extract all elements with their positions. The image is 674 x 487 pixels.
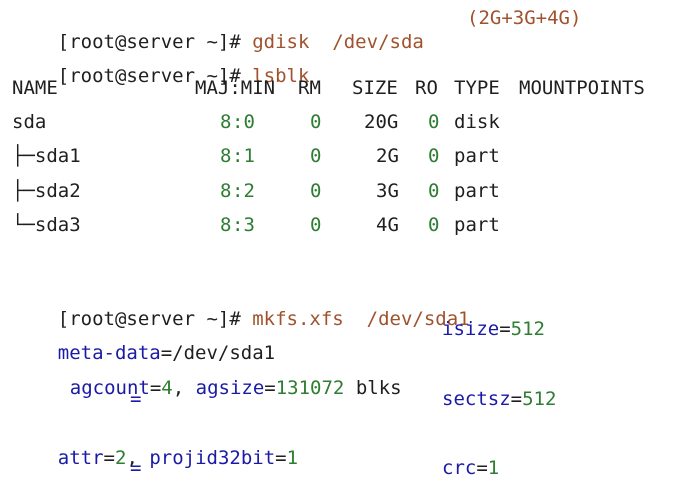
header-type: TYPE [454, 77, 500, 99]
sectsz-field: sectsz=512 [442, 387, 556, 411]
mkfs-output-line: attr=2, projid32bit=1 [12, 422, 298, 469]
device-minor: :1 [232, 145, 255, 167]
mkfs-output-line: = crc=1 [12, 456, 672, 480]
device-ro: 0 [428, 145, 440, 167]
isize-field: isize=512 [442, 317, 545, 341]
command-line-gdisk: [root@server ~]# gdisk /dev/sda (2G+3G+4G… [12, 6, 582, 53]
device-ro: 0 [428, 180, 440, 202]
device-name: sda [12, 111, 47, 133]
device-ro: 0 [428, 214, 440, 236]
command-comment: (2G+3G+4G) [467, 7, 582, 29]
device-name: └─sda3 [12, 214, 81, 236]
device-major: 8 [220, 180, 232, 202]
sectsz-key: sectsz [442, 388, 511, 410]
table-row: └─sda3 8 :3 0 4G 0 part [12, 213, 672, 237]
header-ro: RO [415, 77, 438, 99]
sectsz-value: 512 [522, 388, 557, 410]
device-type: part [454, 214, 500, 236]
mkfs-output-line: agcount=4, agsize=131072 blks [24, 352, 402, 399]
mkfs-output-line: = sectsz=512 [12, 387, 672, 411]
device-rm: 0 [310, 145, 322, 167]
device-size: 20G [364, 111, 399, 133]
table-row: ├─sda2 8 :2 0 3G 0 part [12, 179, 672, 203]
device-minor: :0 [232, 111, 255, 133]
table-row: sda 8 :0 0 20G 0 disk [12, 110, 672, 134]
device-name: ├─sda2 [12, 180, 81, 202]
crc-value: 1 [487, 457, 500, 479]
device-size: 4G [376, 214, 399, 236]
isize-value: 512 [510, 318, 545, 340]
device-minor: :2 [232, 180, 255, 202]
header-rm: RM [298, 77, 321, 99]
equals-sign: = [499, 318, 511, 340]
device-type: part [454, 145, 500, 167]
command-line-mkfs: [root@server ~]# mkfs.xfs /dev/sda1 [12, 283, 470, 330]
header-mountpoints: MOUNTPOINTS [519, 77, 645, 99]
crc-key: crc [442, 457, 477, 479]
device-rm: 0 [310, 111, 322, 133]
device-major: 8 [220, 214, 232, 236]
device-size: 2G [376, 145, 399, 167]
device-rm: 0 [310, 180, 322, 202]
lsblk-header-row: NAME MAJ:MIN RM SIZE RO TYPE MOUNTPOINTS [12, 76, 672, 100]
device-minor: :3 [232, 214, 255, 236]
command-line-lsblk: [root@server ~]# lsblk [12, 40, 310, 87]
device-type: part [454, 180, 500, 202]
device-ro: 0 [428, 111, 440, 133]
equals-sign: = [130, 457, 142, 479]
isize-key: isize [442, 318, 500, 340]
crc-field: crc=1 [442, 456, 499, 480]
device-type: disk [454, 111, 500, 133]
equals-sign: = [476, 457, 488, 479]
table-row: ├─sda1 8 :1 0 2G 0 part [12, 144, 672, 168]
equals-sign: = [510, 388, 523, 410]
equals-sign: = [130, 388, 142, 410]
device-name: ├─sda1 [12, 145, 81, 167]
header-name: NAME [12, 77, 58, 99]
device-major: 8 [220, 145, 232, 167]
terminal-window[interactable]: [root@server ~]# gdisk /dev/sda (2G+3G+4G… [0, 0, 674, 487]
header-maj-min: MAJ:MIN [195, 77, 276, 99]
device-major: 8 [220, 111, 232, 133]
header-size: SIZE [352, 77, 398, 99]
mkfs-output-line: meta-data=/dev/sda1 isize=512 [12, 317, 672, 364]
device-size: 3G [376, 180, 399, 202]
device-rm: 0 [310, 214, 322, 236]
